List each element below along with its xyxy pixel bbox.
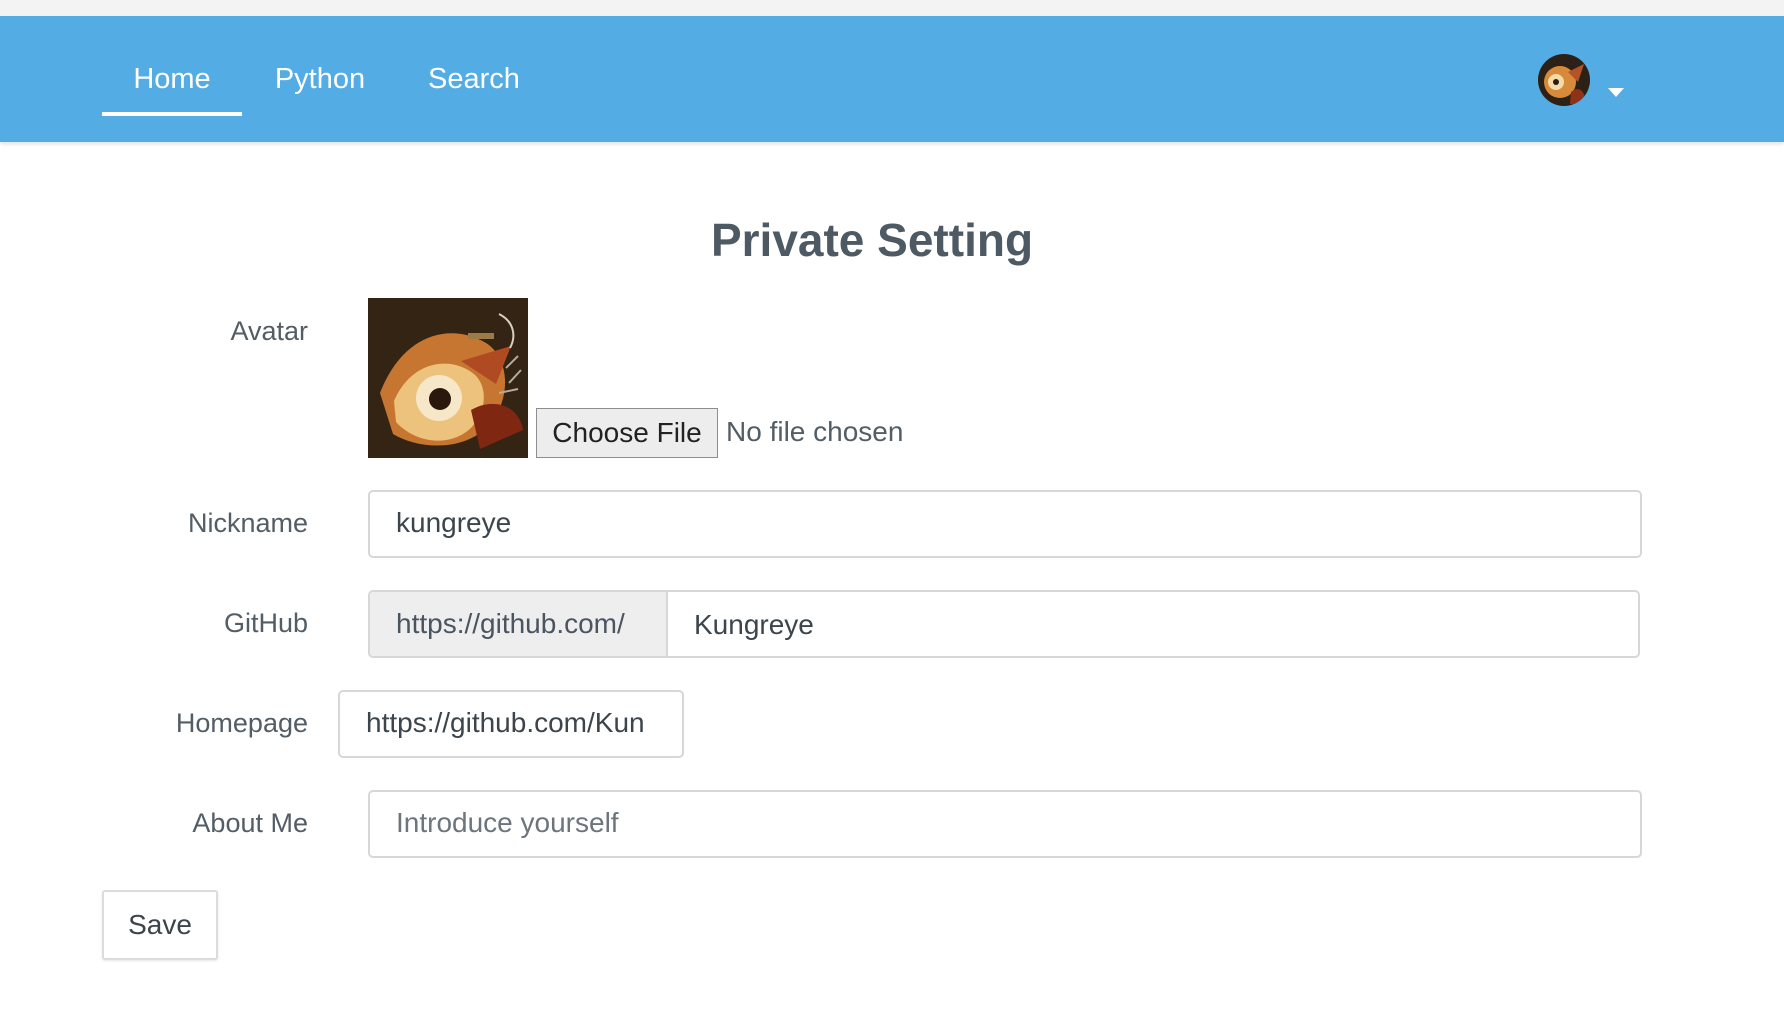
file-status-text: No file chosen bbox=[726, 416, 904, 447]
user-menu[interactable] bbox=[1538, 54, 1628, 110]
user-avatar[interactable] bbox=[1538, 54, 1590, 106]
save-button[interactable]: Save bbox=[102, 890, 218, 960]
nickname-input[interactable]: kungreye bbox=[368, 490, 1642, 558]
active-nav-indicator bbox=[102, 112, 242, 116]
homepage-label: Homepage bbox=[175, 708, 308, 738]
top-navbar: Home Python Search bbox=[0, 16, 1784, 142]
about-me-input[interactable]: Introduce yourself bbox=[368, 790, 1642, 858]
github-username-input[interactable]: Kungreye bbox=[668, 592, 1638, 656]
github-url-prefix: https://github.com/ bbox=[370, 592, 668, 656]
page-title: Private Setting bbox=[710, 213, 1034, 266]
choose-file-button[interactable]: Choose File bbox=[536, 408, 718, 458]
nav-item-search[interactable]: Search bbox=[412, 16, 536, 142]
github-label: GitHub bbox=[223, 608, 308, 638]
nav-item-home[interactable]: Home bbox=[102, 16, 242, 142]
nav-item-python[interactable]: Python bbox=[262, 16, 378, 142]
homepage-input[interactable]: https://github.com/Kun bbox=[338, 690, 684, 758]
nickname-label: Nickname bbox=[187, 508, 308, 538]
about-me-label: About Me bbox=[192, 808, 308, 838]
chevron-down-icon bbox=[1608, 88, 1624, 97]
avatar-preview bbox=[368, 298, 528, 458]
avatar-label: Avatar bbox=[230, 316, 308, 346]
browser-top-strip bbox=[0, 0, 1784, 16]
github-input-group: https://github.com/ Kungreye bbox=[368, 590, 1640, 658]
